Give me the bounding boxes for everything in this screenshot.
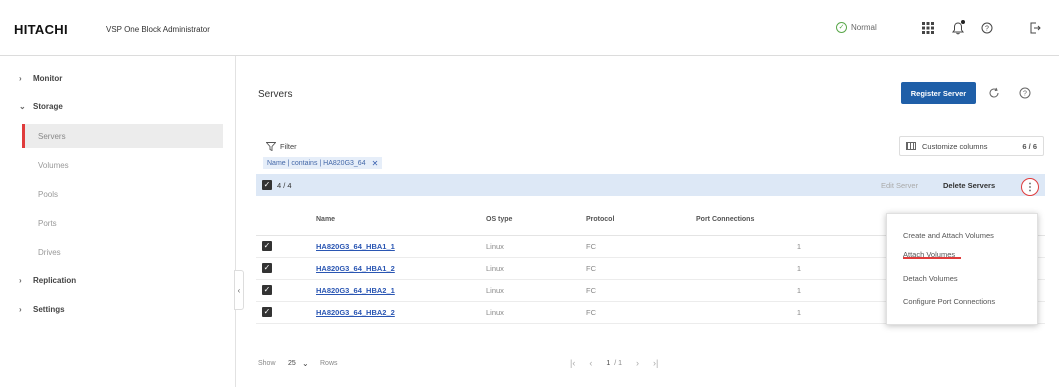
sidebar-item-label: Replication — [33, 275, 77, 285]
os-type-cell: Linux — [486, 301, 586, 324]
collapse-sidebar-button[interactable]: ‹ — [234, 270, 244, 310]
server-name-link[interactable]: HA820G3_64_HBA1_1 — [316, 242, 395, 251]
show-label: Show — [258, 360, 276, 367]
sidebar-item-servers[interactable]: Servers — [22, 124, 223, 148]
page-total: / 1 — [614, 359, 623, 367]
svg-text:?: ? — [1023, 91, 1027, 98]
chevron-right-icon: › — [19, 275, 22, 285]
page-number-input[interactable]: 1 — [606, 360, 610, 367]
filter-chip[interactable]: Name | contains | HA820G3_64 ✕ — [263, 157, 383, 169]
column-header-port-connections[interactable]: Port Connections — [696, 205, 811, 236]
sidebar-item-volumes[interactable]: Volumes — [22, 153, 223, 177]
sidebar-item-monitor[interactable]: › Monitor — [0, 66, 236, 90]
table-footer: Show 25 ⌄ Rows |‹ ‹ 1 / 1 › ›| — [258, 358, 1047, 372]
sidebar-item-label: Storage — [33, 101, 63, 111]
prev-page-icon[interactable]: ‹ — [589, 358, 592, 368]
sidebar-item-label: Volumes — [38, 160, 69, 170]
os-type-cell: Linux — [486, 279, 586, 302]
chevron-down-icon: ⌄ — [19, 101, 26, 111]
sidebar-item-label: Monitor — [33, 73, 63, 83]
page-help-icon[interactable]: ? — [1017, 85, 1033, 101]
svg-text:?: ? — [985, 26, 989, 33]
row-checkbox[interactable]: ✓ — [262, 307, 272, 317]
selection-count: 4 / 4 — [277, 180, 292, 190]
column-count: 6 / 6 — [1022, 141, 1037, 151]
server-name-link[interactable]: HA820G3_64_HBA2_2 — [316, 308, 395, 317]
row-checkbox[interactable]: ✓ — [262, 285, 272, 295]
more-actions-menu: Create and Attach Volumes Attach Volumes… — [886, 213, 1038, 325]
protocol-cell: FC — [586, 235, 696, 258]
last-page-icon[interactable]: ›| — [653, 358, 658, 368]
sidebar-item-pools[interactable]: Pools — [22, 182, 223, 206]
columns-icon — [906, 142, 916, 150]
header-select — [256, 205, 316, 236]
first-page-icon[interactable]: |‹ — [570, 358, 575, 368]
rows-label: Rows — [320, 360, 338, 367]
rows-per-page-select[interactable]: 25 — [288, 360, 296, 367]
page-title: Servers — [258, 89, 293, 100]
apps-grid-icon[interactable] — [920, 20, 936, 36]
sidebar-nav: › Monitor ⌄ Storage Servers Volumes Pool… — [0, 56, 236, 387]
system-status[interactable]: ✓ Normal — [836, 22, 877, 33]
os-type-cell: Linux — [486, 235, 586, 258]
pagination: |‹ ‹ 1 / 1 › ›| — [570, 358, 658, 368]
status-ok-icon: ✓ — [836, 22, 847, 33]
row-checkbox[interactable]: ✓ — [262, 263, 272, 273]
sidebar-item-label: Ports — [38, 218, 57, 228]
filter-toggle[interactable]: Filter — [266, 142, 297, 151]
column-header-name[interactable]: Name — [316, 205, 486, 236]
column-header-os-type[interactable]: OS type — [486, 205, 586, 236]
server-name-link[interactable]: HA820G3_64_HBA1_2 — [316, 264, 395, 273]
protocol-cell: FC — [586, 301, 696, 324]
logout-icon[interactable] — [1027, 20, 1043, 36]
hitachi-logo: HITACHI — [14, 22, 68, 37]
close-icon[interactable]: ✕ — [372, 159, 379, 168]
status-label: Normal — [851, 23, 877, 32]
notification-dot — [961, 20, 965, 24]
row-checkbox[interactable]: ✓ — [262, 241, 272, 251]
protocol-cell: FC — [586, 279, 696, 302]
selection-action-bar: ✓ 4 / 4 Edit Server Delete Servers — [256, 174, 1045, 196]
customize-label: Customize columns — [922, 141, 988, 151]
register-server-button[interactable]: Register Server — [901, 82, 976, 104]
sidebar-item-label: Pools — [38, 189, 59, 199]
sidebar-item-label: Drives — [38, 247, 61, 257]
filter-label: Filter — [280, 142, 297, 151]
port-connections-cell: 1 — [696, 279, 811, 302]
sidebar-item-label: Settings — [33, 304, 65, 314]
delete-servers-button[interactable]: Delete Servers — [943, 181, 995, 190]
port-connections-cell: 1 — [696, 235, 811, 258]
edit-server-button[interactable]: Edit Server — [881, 181, 918, 190]
customize-columns-button[interactable]: Customize columns 6 / 6 — [899, 136, 1044, 156]
server-name-link[interactable]: HA820G3_64_HBA2_1 — [316, 286, 395, 295]
chevron-right-icon: › — [19, 73, 22, 83]
highlight-underline — [903, 257, 961, 259]
help-icon[interactable]: ? — [979, 20, 995, 36]
menu-item-configure-port-connections[interactable]: Configure Port Connections — [903, 297, 995, 306]
chevron-right-icon: › — [19, 304, 22, 314]
filter-chip-label: Name | contains | HA820G3_64 — [267, 159, 366, 167]
sidebar-item-ports[interactable]: Ports — [22, 211, 223, 235]
select-all-checkbox[interactable]: ✓ — [262, 180, 272, 190]
sidebar-item-settings[interactable]: › Settings — [0, 297, 236, 321]
more-actions-icon[interactable]: ⋮ — [1021, 178, 1039, 196]
os-type-cell: Linux — [486, 257, 586, 280]
menu-item-create-and-attach-volumes[interactable]: Create and Attach Volumes — [903, 231, 994, 240]
sidebar-item-replication[interactable]: › Replication — [0, 268, 236, 292]
notifications-icon[interactable] — [950, 20, 966, 36]
menu-item-detach-volumes[interactable]: Detach Volumes — [903, 274, 958, 283]
port-connections-cell: 1 — [696, 301, 811, 324]
app-name: VSP One Block Administrator — [106, 25, 210, 34]
column-header-protocol[interactable]: Protocol — [586, 205, 696, 236]
chevron-down-icon[interactable]: ⌄ — [302, 359, 309, 368]
sidebar-item-label: Servers — [38, 131, 66, 141]
refresh-icon[interactable] — [986, 85, 1002, 101]
port-connections-cell: 1 — [696, 257, 811, 280]
app-header: HITACHI VSP One Block Administrator ✓ No… — [0, 0, 1059, 56]
sidebar-item-storage[interactable]: ⌄ Storage — [0, 94, 236, 118]
next-page-icon[interactable]: › — [636, 358, 639, 368]
protocol-cell: FC — [586, 257, 696, 280]
filter-icon — [266, 142, 276, 151]
sidebar-item-drives[interactable]: Drives — [22, 240, 223, 264]
